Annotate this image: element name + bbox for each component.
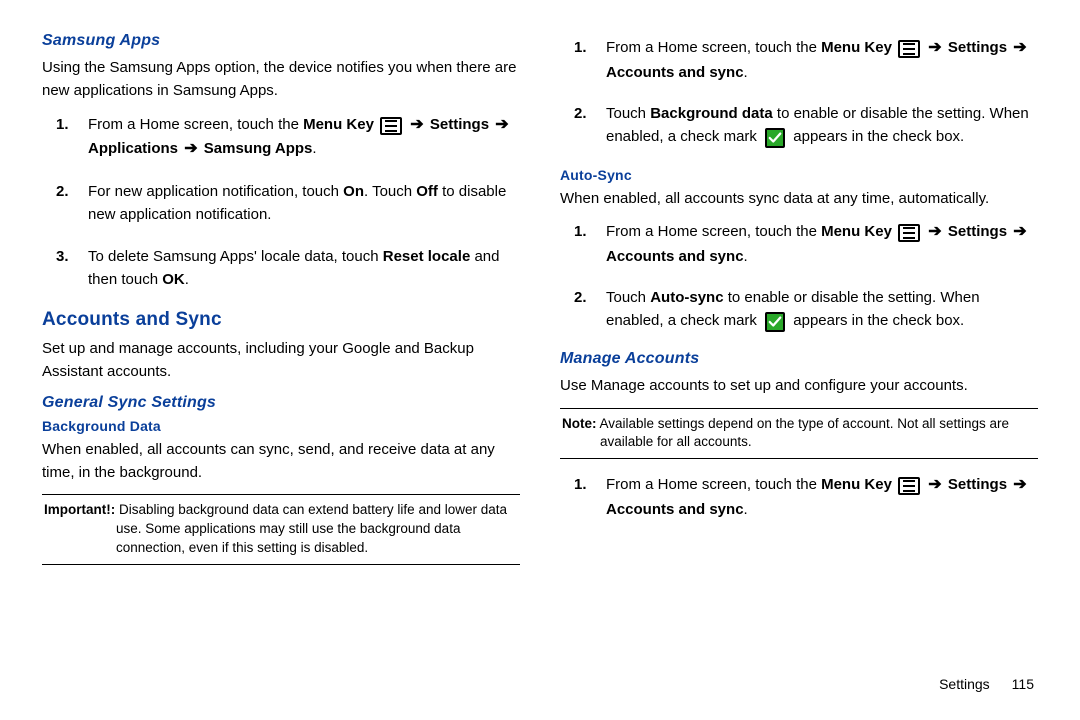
step-text: From a Home screen, touch the (88, 116, 303, 133)
menu-key-icon (898, 477, 920, 495)
step-text: For new application notification, touch (88, 183, 343, 200)
list-item: From a Home screen, touch the Menu Key ➔… (560, 473, 1038, 521)
period: . (744, 248, 748, 265)
ok-label: OK (162, 271, 185, 288)
settings-label: Settings (948, 39, 1007, 56)
period: . (744, 501, 748, 518)
note-body: Available settings depend on the type of… (597, 416, 1010, 450)
background-data-label: Background data (650, 105, 773, 122)
list-item: For new application notification, touch … (42, 180, 520, 227)
footer-section: Settings (939, 676, 990, 692)
menu-key-icon (898, 224, 920, 242)
arrow-icon: ➔ (926, 39, 943, 56)
arrow-icon: ➔ (408, 116, 425, 133)
step-text: Touch (606, 105, 650, 122)
list-item: Touch Auto-sync to enable or disable the… (560, 286, 1038, 333)
period: . (312, 140, 316, 157)
applications-label: Applications (88, 140, 178, 157)
auto-sync-label: Auto-sync (650, 289, 723, 306)
settings-label: Settings (430, 116, 489, 133)
list-item: To delete Samsung Apps' locale data, tou… (42, 245, 520, 292)
arrow-icon: ➔ (182, 140, 199, 157)
note-lead: Note: (562, 416, 597, 431)
arrow-icon: ➔ (1011, 476, 1028, 493)
checkmark-icon (765, 312, 785, 332)
heading-auto-sync: Auto-Sync (560, 167, 1038, 183)
arrow-icon: ➔ (1011, 223, 1028, 240)
settings-label: Settings (948, 223, 1007, 240)
period: . (185, 271, 189, 288)
menu-key-icon (380, 117, 402, 135)
right-column: From a Home screen, touch the Menu Key ➔… (560, 30, 1038, 710)
step-text: To delete Samsung Apps' locale data, tou… (88, 248, 383, 265)
heading-samsung-apps: Samsung Apps (42, 32, 520, 50)
menu-key-icon (898, 40, 920, 58)
menu-key-label: Menu Key (303, 116, 374, 133)
heading-general-sync: General Sync Settings (42, 394, 520, 412)
on-label: On (343, 183, 364, 200)
arrow-icon: ➔ (493, 116, 510, 133)
heading-manage-accounts: Manage Accounts (560, 350, 1038, 368)
menu-key-label: Menu Key (821, 39, 892, 56)
accounts-sync-label: Accounts and sync (606, 64, 744, 81)
footer-page-number: 115 (1012, 676, 1034, 692)
arrow-icon: ➔ (926, 223, 943, 240)
list-item: From a Home screen, touch the Menu Key ➔… (560, 220, 1038, 268)
manage-accounts-steps: From a Home screen, touch the Menu Key ➔… (560, 473, 1038, 521)
important-note: Important!: Disabling background data ca… (42, 494, 520, 565)
note-box: Note: Available settings depend on the t… (560, 408, 1038, 460)
important-lead: Important!: (44, 502, 115, 517)
background-data-steps: From a Home screen, touch the Menu Key ➔… (560, 36, 1038, 149)
step-text: From a Home screen, touch the (606, 223, 821, 240)
reset-locale-label: Reset locale (383, 248, 471, 265)
manage-accounts-intro: Use Manage accounts to set up and config… (560, 374, 1038, 397)
accounts-sync-label: Accounts and sync (606, 501, 744, 518)
accounts-intro: Set up and manage accounts, including yo… (42, 337, 520, 384)
samsung-apps-label: Samsung Apps (204, 140, 313, 157)
important-body: Disabling background data can extend bat… (115, 502, 507, 555)
arrow-icon: ➔ (1011, 39, 1028, 56)
auto-sync-intro: When enabled, all accounts sync data at … (560, 187, 1038, 210)
arrow-icon: ➔ (926, 476, 943, 493)
menu-key-label: Menu Key (821, 223, 892, 240)
manual-page: Samsung Apps Using the Samsung Apps opti… (0, 0, 1080, 720)
list-item: From a Home screen, touch the Menu Key ➔… (42, 113, 520, 163)
step-text: Touch (606, 289, 650, 306)
heading-background-data: Background Data (42, 418, 520, 434)
step-text: appears in the check box. (793, 312, 964, 329)
settings-label: Settings (948, 476, 1007, 493)
step-text: appears in the check box. (793, 128, 964, 145)
list-item: From a Home screen, touch the Menu Key ➔… (560, 36, 1038, 84)
step-text: From a Home screen, touch the (606, 476, 821, 493)
left-column: Samsung Apps Using the Samsung Apps opti… (42, 30, 520, 710)
off-label: Off (416, 183, 438, 200)
step-text: . Touch (364, 183, 416, 200)
page-footer: Settings 115 (939, 676, 1034, 692)
auto-sync-steps: From a Home screen, touch the Menu Key ➔… (560, 220, 1038, 333)
step-text: From a Home screen, touch the (606, 39, 821, 56)
checkmark-icon (765, 128, 785, 148)
list-item: Touch Background data to enable or disab… (560, 102, 1038, 149)
heading-accounts-sync: Accounts and Sync (42, 309, 520, 331)
accounts-sync-label: Accounts and sync (606, 248, 744, 265)
menu-key-label: Menu Key (821, 476, 892, 493)
samsung-apps-intro: Using the Samsung Apps option, the devic… (42, 56, 520, 103)
period: . (744, 64, 748, 81)
samsung-apps-steps: From a Home screen, touch the Menu Key ➔… (42, 113, 520, 292)
background-data-intro: When enabled, all accounts can sync, sen… (42, 438, 520, 485)
